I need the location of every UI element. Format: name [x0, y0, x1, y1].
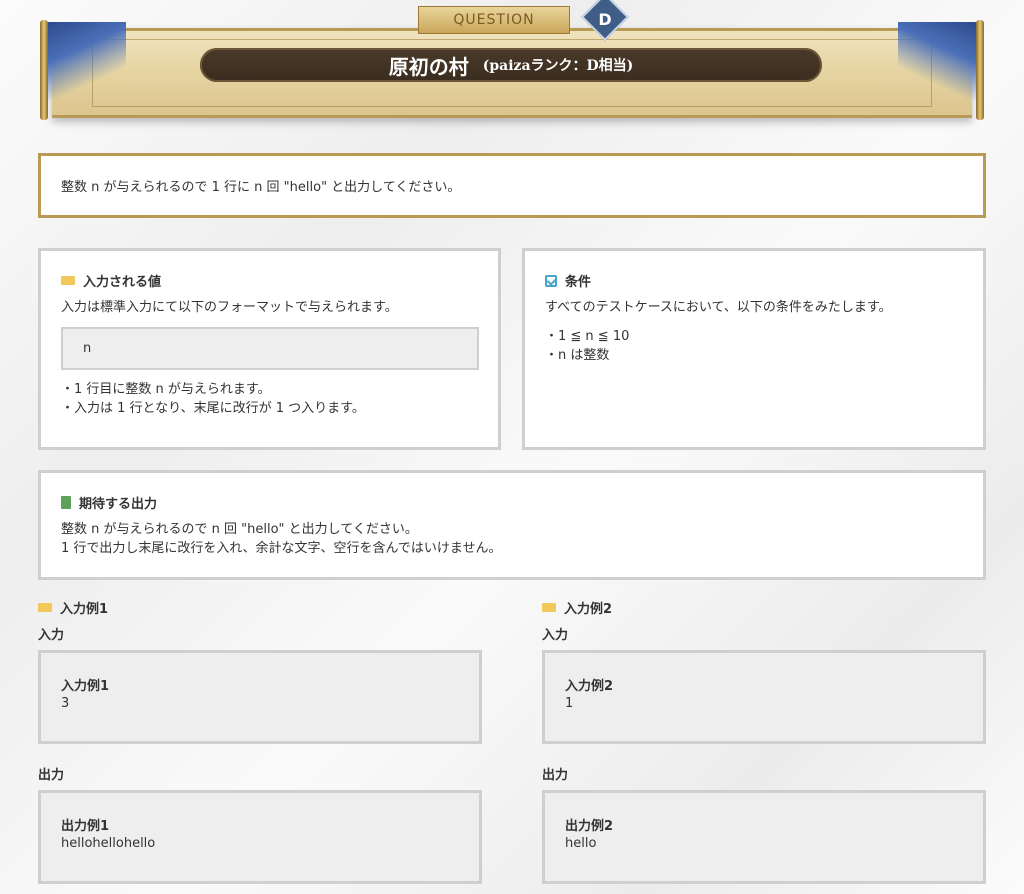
page-title: 原初の村 [388, 54, 469, 79]
conditions-panel: 条件 すべてのテストケースにおいて、以下の条件をみたします。 ・1 ≦ n ≦ … [522, 248, 986, 450]
example-1-input-box: 入力例1 3 [38, 650, 482, 744]
example-2-input-value: 1 [565, 696, 574, 711]
rank-letter: D [598, 9, 612, 29]
example-2-output-box: 出力例2 hello [542, 790, 986, 884]
expected-output-heading: 期待する出力 [61, 493, 963, 512]
input-note: ・1 行目に整数 n が与えられます。 [61, 382, 271, 397]
expected-output-line: 整数 n が与えられるので n 回 "hello" と出力してください。 [61, 522, 418, 537]
example-1-heading: 入力例1 [38, 598, 108, 617]
conditions-title: 条件 [565, 275, 592, 290]
example-2-input-label: 入力 [542, 628, 569, 643]
example-2-output-value: hello [565, 836, 597, 851]
input-note: ・入力は 1 行となり、末尾に改行が 1 つ入ります。 [61, 401, 365, 416]
example-1-output-title: 出力例1 [61, 819, 110, 834]
label-icon [542, 603, 556, 612]
title-bar: 原初の村 (paizaランク：D相当) [200, 48, 822, 82]
rank-subtitle: (paizaランク：D相当) [482, 58, 634, 74]
question-label: QUESTION [418, 6, 570, 34]
input-values-title: 入力される値 [83, 275, 162, 290]
problem-statement-text: 整数 n が与えられるので 1 行に n 回 "hello" と出力してください… [61, 180, 461, 195]
curtain-right [898, 22, 976, 102]
label-icon [38, 603, 52, 612]
example-1-title: 入力例1 [60, 602, 109, 617]
checkbox-icon [545, 274, 557, 287]
input-description: 入力は標準入力にて以下のフォーマットで与えられます。 [61, 300, 398, 315]
expected-output-line: 1 行で出力し末尾に改行を入れ、余計な文字、空行を含んではいけません。 [61, 541, 502, 556]
example-2-output-title: 出力例2 [565, 819, 614, 834]
example-2-input-box: 入力例2 1 [542, 650, 986, 744]
example-1-input-value: 3 [61, 696, 70, 711]
expected-output-panel: 期待する出力 整数 n が与えられるので n 回 "hello" と出力してくだ… [38, 470, 986, 580]
conditions-heading: 条件 [545, 271, 963, 290]
example-2-title: 入力例2 [564, 602, 613, 617]
example-2-input-title: 入力例2 [565, 679, 614, 694]
expected-output-title: 期待する出力 [79, 497, 158, 512]
example-2-output-label: 出力 [542, 768, 569, 783]
scroll-rod-left [40, 20, 48, 120]
problem-statement: 整数 n が与えられるので 1 行に n 回 "hello" と出力してください… [38, 153, 986, 218]
input-values-panel: 入力される値 入力は標準入力にて以下のフォーマットで与えられます。 n ・1 行… [38, 248, 501, 450]
example-1-input-label: 入力 [38, 628, 65, 643]
scroll-rod-right [976, 20, 984, 120]
example-2-heading: 入力例2 [542, 598, 612, 617]
example-1-output-box: 出力例1 hellohellohello [38, 790, 482, 884]
question-banner: QUESTION D 原初の村 (paizaランク：D相当) [38, 0, 986, 124]
curtain-left [48, 22, 126, 102]
condition-item: ・1 ≦ n ≦ 10 [545, 329, 630, 344]
label-icon [61, 276, 75, 285]
example-1-output-label: 出力 [38, 768, 65, 783]
example-1-output-value: hellohellohello [61, 836, 156, 851]
conditions-description: すべてのテストケースにおいて、以下の条件をみたします。 [545, 300, 892, 315]
document-icon [61, 496, 71, 509]
input-values-heading: 入力される値 [61, 271, 478, 290]
condition-item: ・n は整数 [545, 348, 610, 363]
example-1-input-title: 入力例1 [61, 679, 110, 694]
input-format: n [61, 327, 479, 370]
